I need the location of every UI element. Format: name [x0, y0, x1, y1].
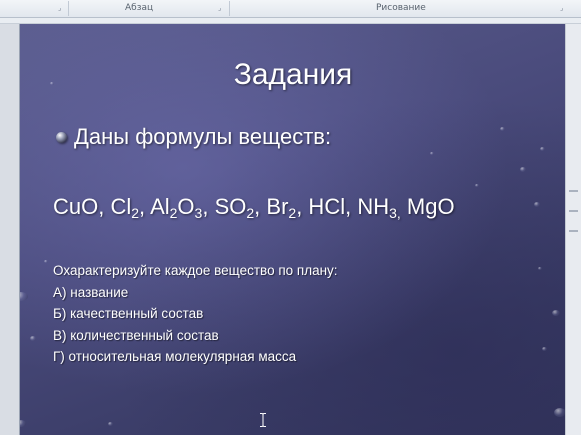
plan-item-c: В) количественный состав	[53, 327, 219, 343]
water-drop-decoration	[108, 422, 113, 426]
water-drop-decoration	[540, 147, 545, 151]
water-drop-decoration	[500, 127, 505, 131]
drawing-dialog-launcher-icon[interactable]: ⌟	[560, 5, 567, 12]
formula-text: SO	[214, 194, 247, 219]
scrollbar-mark	[569, 190, 578, 192]
water-drop-decoration	[552, 310, 560, 316]
water-drop-decoration	[542, 347, 547, 351]
group-separator	[229, 1, 230, 16]
drawing-group-label: Рисование	[376, 3, 426, 13]
ribbon-group-labels-bar: ⌟ Абзац ⌟ Рисование ⌟	[0, 0, 581, 18]
formula-text: Br	[266, 194, 289, 219]
formula-text: Cl	[110, 194, 132, 219]
water-drop-decoration	[475, 184, 479, 187]
scrollbar-mark	[569, 210, 578, 212]
dialog-launcher-icon[interactable]: ⌟	[58, 5, 65, 12]
slide-title[interactable]: Задания	[20, 58, 566, 92]
water-drop-decoration	[538, 267, 542, 270]
slide-canvas[interactable]: Задания Даны формулы веществ: CuO, Cl2, …	[19, 24, 566, 435]
bullet-text: Даны формулы веществ:	[74, 124, 332, 149]
paragraph-dialog-launcher-icon[interactable]: ⌟	[218, 5, 225, 12]
formula-subscript: 3,	[389, 205, 401, 221]
formula-subscript: 2	[131, 205, 140, 221]
plan-item-b: Б) качественный состав	[53, 306, 204, 321]
text-cursor-icon	[260, 413, 266, 427]
formula-text: NH	[357, 194, 390, 219]
water-drop-decoration	[44, 260, 48, 263]
water-drop-decoration	[20, 420, 26, 427]
paragraph-group-label: Абзац	[125, 3, 154, 13]
formula-text: ,	[254, 194, 267, 219]
formula-subscript: 2	[246, 205, 255, 221]
formula-text: Al	[150, 194, 170, 219]
formula-text: , HCl,	[296, 194, 358, 219]
formula-text: ,	[139, 194, 151, 219]
formula-text: O	[177, 194, 195, 219]
group-separator	[68, 1, 69, 16]
task-plan-textbox[interactable]: Охарактеризуйте каждое вещество по плану…	[53, 260, 338, 368]
formula-text: ,	[202, 194, 215, 219]
water-drop-decoration	[534, 202, 540, 207]
water-drop-decoration	[20, 292, 28, 301]
formula-text: CuO,	[53, 194, 111, 219]
water-drop-decoration	[430, 152, 434, 155]
scrollbar-mark	[569, 230, 578, 232]
sphere-bullet-icon	[56, 131, 67, 143]
chemical-formulas-line[interactable]: CuO, Cl2, Al2O3, SO2, Br2, HCl, NH3, MgO	[53, 194, 455, 220]
water-drop-decoration	[520, 167, 526, 172]
formula-text: MgO	[400, 194, 455, 219]
plan-item-a: А) название	[53, 284, 129, 300]
plan-item-d: Г) относительная молекулярная масса	[53, 349, 297, 364]
vertical-scrollbar[interactable]	[565, 24, 581, 435]
plan-intro: Охарактеризуйте каждое вещество по плану…	[53, 263, 338, 278]
water-drop-decoration	[30, 336, 36, 341]
bullet-item[interactable]: Даны формулы веществ:	[56, 124, 331, 150]
